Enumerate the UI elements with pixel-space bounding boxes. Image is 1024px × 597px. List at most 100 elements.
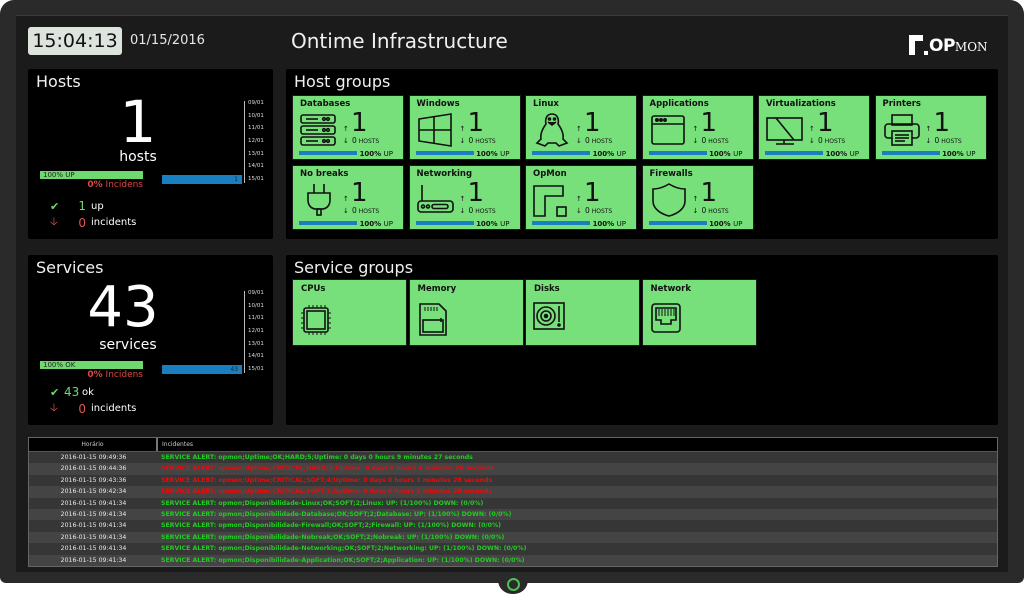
up-text: UP xyxy=(383,220,393,228)
hosts-up-label: up xyxy=(91,200,104,212)
chart-date-label: 15/01 xyxy=(248,366,264,372)
services-ok-label: ok xyxy=(82,386,94,398)
host-group-tile[interactable]: OpMon ↑ ↓ 1 0 HOSTS 100% UP xyxy=(525,165,637,230)
table-row[interactable]: 2016-01-15 09:41:34 SERVICE ALERT: opmon… xyxy=(29,508,997,521)
arrow-up-icon: ↑ xyxy=(459,195,466,203)
host-group-down-count: 0 HOSTS xyxy=(935,136,962,145)
up-pct-value: 100% xyxy=(359,150,382,158)
router-icon xyxy=(416,183,455,217)
services-incidents-label: Incidens xyxy=(105,370,143,380)
table-row[interactable]: 2016-01-15 09:42:34 SERVICE ALERT: opmon… xyxy=(29,486,997,498)
shield-icon xyxy=(650,183,688,217)
chart-date-label: 12/01 xyxy=(248,138,264,144)
host-group-name: OpMon xyxy=(533,169,567,179)
services-incidents-pct: 0% Incidens xyxy=(40,370,143,380)
service-group-tile[interactable]: Network xyxy=(641,279,757,346)
up-down-arrows-icon: ↑ ↓ xyxy=(693,193,699,217)
services-ok-stat: ✔ 43 ok xyxy=(50,385,94,399)
host-group-tile[interactable]: Linux ↑ ↓ 1 0 HOSTS 100% UP xyxy=(525,95,637,160)
page-title: Ontime Infrastructure xyxy=(291,29,508,53)
service-group-tile[interactable]: CPUs xyxy=(292,279,407,346)
arrow-up-icon: ↑ xyxy=(343,195,349,203)
hosts-incident-stat: 🡣 0 incidents xyxy=(50,213,136,232)
arrow-down-icon: 🡣 xyxy=(50,401,58,414)
service-group-tile[interactable]: Disks xyxy=(525,279,640,346)
chart-bar: 1 xyxy=(162,175,242,184)
host-group-name: Printers xyxy=(882,99,921,109)
services-incident-count: 0 xyxy=(78,401,86,416)
table-row[interactable]: 2016-01-15 09:44:36 SERVICE ALERT: opmon… xyxy=(29,463,997,475)
host-group-name: Windows xyxy=(416,99,460,109)
arrow-down-icon: ↓ xyxy=(343,207,349,215)
host-group-down-count: 0 HOSTS xyxy=(585,206,612,215)
host-group-up-bar xyxy=(532,151,590,155)
host-group-up-pct: 100% UP xyxy=(826,150,859,158)
hosts-label: HOSTS xyxy=(358,138,380,145)
table-row[interactable]: 2016-01-15 09:41:34 SERVICE ALERT: opmon… xyxy=(29,520,997,532)
up-down-arrows-icon: ↑ ↓ xyxy=(343,193,349,217)
arrow-up-icon: ↑ xyxy=(459,125,466,133)
up-text: UP xyxy=(733,220,743,228)
down-count-value: 0 xyxy=(468,206,474,215)
host-group-tile[interactable]: Printers ↑ ↓ 1 0 HOSTS 100% UP xyxy=(874,95,987,160)
arrow-up-icon: ↑ xyxy=(576,125,582,133)
incident-log-table: Horário Incidentes 2016-01-15 09:49:36 S… xyxy=(28,437,998,567)
row-message: SERVICE ALERT: opmon;Uptime;OK;HARD;5;Up… xyxy=(161,454,473,461)
up-pct-value: 100% xyxy=(476,220,498,228)
ethernet-port-icon xyxy=(650,300,682,338)
host-group-up-bar xyxy=(881,151,940,155)
down-count-value: 0 xyxy=(701,136,707,145)
hosts-incidents-pct-value: 0% xyxy=(87,180,103,190)
host-group-tile[interactable]: Firewalls ↑ ↓ 1 0 HOSTS 100% UP xyxy=(641,165,754,230)
chart-date-label: 10/01 xyxy=(248,302,264,309)
host-group-name: Databases xyxy=(300,99,351,109)
host-group-tile[interactable]: Windows ↑ ↓ 1 0 HOSTS 100% UP xyxy=(408,95,521,160)
up-down-arrows-icon: ↑ ↓ xyxy=(809,123,815,147)
chart-date-label: 11/01 xyxy=(248,125,264,132)
check-icon: ✔ xyxy=(50,199,60,213)
row-time: 2016-01-15 09:41:34 xyxy=(60,533,127,541)
row-time: 2016-01-15 09:44:36 xyxy=(60,465,127,473)
chart-date-label: 09/01 xyxy=(248,100,264,106)
host-group-tile[interactable]: Virtualizations ↑ ↓ 1 0 HOSTS 100% UP xyxy=(758,95,870,160)
down-count-value: 0 xyxy=(701,206,707,215)
column-header-incidents[interactable]: Incidentes xyxy=(158,438,193,451)
hosts-label: HOSTS xyxy=(475,138,496,145)
host-group-tile[interactable]: Databases ↑ ↓ 1 0 HOSTS 100% UP xyxy=(292,95,404,160)
host-group-tile[interactable]: No breaks ↑ ↓ 1 0 HOSTS 100% UP xyxy=(292,165,404,230)
database-server-icon xyxy=(300,113,338,147)
service-groups-panel: Service groups CPUs Memory Disks Network xyxy=(286,255,998,425)
logo-mark-icon xyxy=(909,35,923,55)
hosts-incidents-label: Incidens xyxy=(105,180,143,190)
column-header-time[interactable]: Horário xyxy=(29,438,158,451)
table-row[interactable]: 2016-01-15 09:49:36 SERVICE ALERT: opmon… xyxy=(29,452,997,464)
hard-disk-icon xyxy=(533,300,565,338)
chart-date-label: 10/01 xyxy=(248,112,264,119)
table-row[interactable]: 2016-01-15 09:41:34 SERVICE ALERT: opmon… xyxy=(29,543,997,555)
up-down-arrows-icon: ↑ ↓ xyxy=(926,123,932,147)
host-group-up-bar xyxy=(532,221,590,225)
table-row[interactable]: 2016-01-15 09:43:36 SERVICE ALERT: opmon… xyxy=(29,474,997,487)
host-group-up-bar xyxy=(765,151,823,155)
row-message: SERVICE ALERT: opmon;Disponibilidade-App… xyxy=(161,556,525,564)
host-group-tile[interactable]: Networking ↑ ↓ 1 0 HOSTS 100% UP xyxy=(408,165,521,230)
host-group-up-count: 1 xyxy=(700,108,718,138)
chart-date-label: 15/01 xyxy=(248,176,264,182)
hosts-label: HOSTS xyxy=(708,208,729,215)
up-down-arrows-icon: ↑ ↓ xyxy=(576,123,582,147)
up-down-arrows-icon: ↑ ↓ xyxy=(460,123,466,147)
service-group-tile[interactable]: Memory xyxy=(408,279,524,346)
host-group-up-bar xyxy=(299,151,357,155)
opmon-logo: OP MON xyxy=(909,33,988,55)
up-text: UP xyxy=(733,150,743,158)
down-count-value: 0 xyxy=(585,206,590,215)
power-plug-icon xyxy=(300,183,338,217)
table-row[interactable]: 2016-01-15 09:41:34 SERVICE ALERT: opmon… xyxy=(29,531,997,544)
row-message: SERVICE ALERT: opmon;Disponibilidade-Net… xyxy=(161,545,527,553)
services-ok-count: 43 xyxy=(64,385,80,399)
host-group-up-count: 1 xyxy=(700,178,718,208)
host-group-tile[interactable]: Applications ↑ ↓ 1 0 HOSTS 100% UP xyxy=(641,95,754,160)
table-row[interactable]: 2016-01-15 09:41:34 SERVICE ALERT: opmon… xyxy=(29,497,997,509)
arrow-down-icon: ↓ xyxy=(809,137,815,145)
table-row[interactable]: 2016-01-15 09:41:34 SERVICE ALERT: opmon… xyxy=(29,554,997,566)
